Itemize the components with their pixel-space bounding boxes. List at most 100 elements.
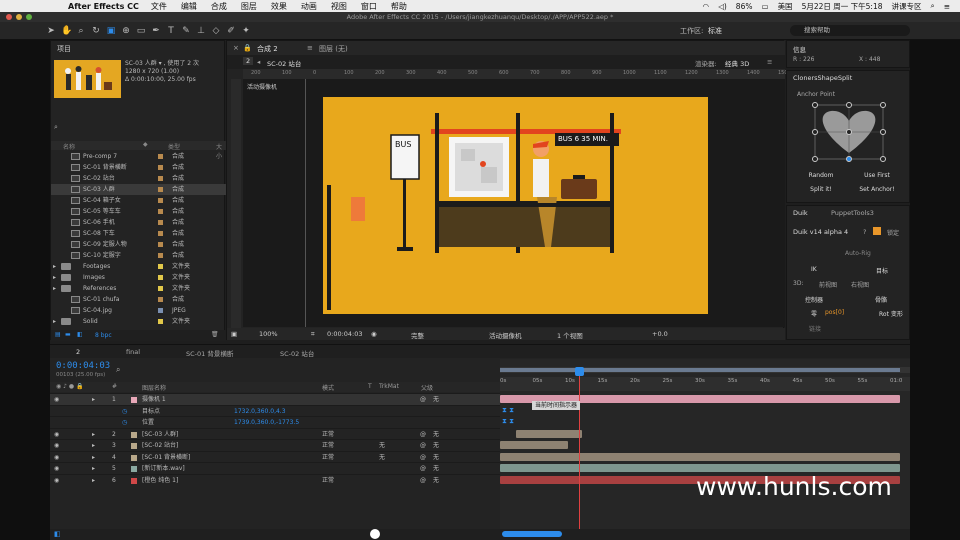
anchor-grid[interactable] bbox=[809, 101, 889, 163]
set-anchor-button[interactable]: Set Anchor! bbox=[849, 185, 905, 195]
layer-parent[interactable]: 无 bbox=[433, 429, 439, 440]
user-name[interactable]: 讲课专区 bbox=[892, 1, 922, 12]
current-time-indicator[interactable] bbox=[579, 369, 580, 540]
label-swatch[interactable] bbox=[158, 198, 163, 203]
expand-arrow-icon[interactable]: ▸ bbox=[92, 475, 95, 486]
label-swatch[interactable] bbox=[158, 319, 163, 324]
project-item[interactable]: SC-10 定服字 合成 bbox=[51, 250, 226, 261]
label-col-icon[interactable]: ◆ bbox=[143, 141, 148, 148]
current-time[interactable]: 0:00:04:03 bbox=[327, 330, 363, 338]
tab-timeline-2[interactable]: 2 bbox=[76, 348, 80, 356]
menu-view[interactable]: 视图 bbox=[331, 1, 347, 12]
bpc-toggle[interactable]: 8 bpc bbox=[95, 332, 112, 339]
rotate-tool-icon[interactable]: ↻ bbox=[91, 26, 101, 36]
zoom-tool-icon[interactable]: ⌕ bbox=[76, 26, 86, 36]
target-button[interactable]: 目标 bbox=[876, 266, 888, 275]
expand-arrow-icon[interactable]: ▸ bbox=[53, 272, 56, 283]
project-item[interactable]: SC-03 人群 合成 bbox=[51, 184, 226, 195]
grid-icon[interactable] bbox=[873, 227, 881, 235]
camera-tool-icon[interactable]: ▣ bbox=[106, 26, 116, 36]
duik-tab[interactable]: Duik bbox=[793, 209, 808, 217]
pen-tool-icon[interactable]: ✒ bbox=[151, 26, 161, 36]
playhead-handle[interactable] bbox=[575, 367, 584, 376]
minimize-window-icon[interactable] bbox=[16, 14, 22, 20]
volume-icon[interactable]: ◁) bbox=[718, 2, 727, 11]
app-menu[interactable]: After Effects CC bbox=[68, 2, 139, 11]
camera-view-select[interactable]: 活动摄像机 bbox=[489, 330, 522, 340]
col-t[interactable]: T bbox=[368, 383, 372, 390]
expand-arrow-icon[interactable]: ▸ bbox=[92, 452, 95, 463]
label-swatch[interactable] bbox=[158, 297, 163, 302]
timeline-current-time[interactable]: 0:00:04:03 bbox=[56, 361, 110, 371]
label-swatch[interactable] bbox=[158, 220, 163, 225]
layer-parent[interactable]: 无 bbox=[433, 452, 439, 463]
resolution-select[interactable]: 完整 bbox=[411, 330, 424, 340]
menu-effect[interactable]: 效果 bbox=[271, 1, 287, 12]
expand-arrow-icon[interactable]: ▸ bbox=[53, 283, 56, 294]
panel-menu-icon[interactable]: ≡ bbox=[307, 44, 313, 52]
layer-name[interactable]: [SC-01 背景横断] bbox=[142, 452, 190, 463]
menu-composition[interactable]: 合成 bbox=[211, 1, 227, 12]
layer-bar[interactable] bbox=[500, 452, 900, 461]
visibility-icon[interactable]: ◉ bbox=[54, 452, 59, 463]
comp-viewer[interactable]: 活动摄像机 BUS BUS 6 35 MIN. bbox=[243, 79, 785, 327]
layer-row[interactable]: ◉ ▸ 4 [SC-01 背景横断] 正常 无 @ 无 bbox=[50, 450, 500, 463]
comp-flow-num[interactable]: 2 bbox=[243, 57, 254, 65]
layer-parent[interactable]: 无 bbox=[433, 394, 439, 405]
project-item[interactable]: SC-04.jpg JPEG bbox=[51, 305, 226, 316]
label-swatch[interactable] bbox=[158, 253, 163, 258]
snapshot-icon[interactable]: ◉ bbox=[371, 330, 377, 338]
layer-label-swatch[interactable] bbox=[131, 443, 137, 449]
layer-property-row[interactable]: ◷ 目标点 1732.0,360.0,4.3 bbox=[50, 404, 500, 417]
close-tab-icon[interactable]: × bbox=[233, 44, 239, 52]
menu-list-icon[interactable]: ≡ bbox=[944, 2, 950, 11]
wifi-icon[interactable]: ◠ bbox=[703, 2, 710, 11]
label-swatch[interactable] bbox=[158, 308, 163, 313]
puppet-tool-icon[interactable]: ✦ bbox=[241, 26, 251, 36]
cloners-title[interactable]: ClonersShapeSplit bbox=[793, 74, 852, 82]
layer-row[interactable]: ◉ ▸ 6 [橙色 纯色 1] 正常 @ 无 bbox=[50, 473, 500, 486]
exposure-value[interactable]: +0.0 bbox=[652, 330, 668, 338]
layer-label-swatch[interactable] bbox=[131, 477, 137, 484]
project-item[interactable]: SC-09 定服人物 合成 bbox=[51, 239, 226, 250]
layer-parent[interactable]: 无 bbox=[433, 440, 439, 451]
text-tool-icon[interactable]: T bbox=[166, 26, 176, 36]
layer-label-swatch[interactable] bbox=[131, 397, 137, 403]
project-item[interactable]: SC-02 站台 合成 bbox=[51, 173, 226, 184]
col-trkmat[interactable]: TrkMat bbox=[379, 383, 399, 390]
project-search-input[interactable]: ⌕ bbox=[54, 123, 222, 133]
info-title[interactable]: 信息 bbox=[793, 44, 806, 54]
help-search-input[interactable]: 搜索帮助 bbox=[790, 25, 910, 36]
hand-tool-icon[interactable]: ✋ bbox=[61, 26, 72, 36]
expand-arrow-icon[interactable]: ▸ bbox=[92, 440, 95, 451]
parent-pickwhip-icon[interactable]: @ bbox=[420, 394, 426, 405]
col-layer-name[interactable]: 图层名称 bbox=[142, 383, 166, 392]
close-window-icon[interactable] bbox=[6, 14, 12, 20]
lock-toggle[interactable]: 锁定 bbox=[887, 228, 899, 237]
visibility-icon[interactable]: ◉ bbox=[54, 394, 59, 405]
layer-bar[interactable] bbox=[516, 429, 582, 438]
comp-flow-name[interactable]: SC-02 站台 bbox=[267, 58, 301, 68]
selection-tool-icon[interactable]: ➤ bbox=[46, 26, 56, 36]
layer-label-swatch[interactable] bbox=[131, 431, 137, 438]
spotlight-icon[interactable]: ⌕ bbox=[931, 1, 935, 11]
renderer-value[interactable]: 经典 3D bbox=[725, 58, 749, 68]
label-swatch[interactable] bbox=[158, 264, 163, 269]
layer-row[interactable]: ◉ ▸ 2 [SC-03 人群] 正常 @ 无 bbox=[50, 427, 500, 440]
visibility-icon[interactable]: ◉ bbox=[54, 429, 59, 440]
label-swatch[interactable] bbox=[158, 275, 163, 280]
tab-layer[interactable]: 图层 (无) bbox=[319, 44, 348, 54]
layer-property-row[interactable]: ◷ 位置 1739.0,360.0,-1773.5 bbox=[50, 416, 500, 428]
project-item[interactable]: ▸ References 文件夹 bbox=[51, 283, 226, 294]
clock[interactable]: 5月22日 周一 下午5:18 bbox=[802, 1, 883, 12]
parent-pickwhip-icon[interactable]: @ bbox=[420, 429, 426, 440]
lock-icon[interactable]: 🔒 bbox=[243, 44, 252, 52]
label-swatch[interactable] bbox=[158, 176, 163, 181]
visibility-icon[interactable]: ◉ bbox=[54, 475, 59, 486]
views-select[interactable]: 1 个视图 bbox=[557, 330, 583, 340]
help-icon[interactable]: ? bbox=[863, 228, 866, 236]
col-parent[interactable]: 父级 bbox=[421, 383, 433, 392]
tab-timeline-final[interactable]: final bbox=[126, 348, 140, 356]
layer-label-swatch[interactable] bbox=[131, 466, 137, 472]
zoom-slider[interactable] bbox=[502, 531, 562, 537]
